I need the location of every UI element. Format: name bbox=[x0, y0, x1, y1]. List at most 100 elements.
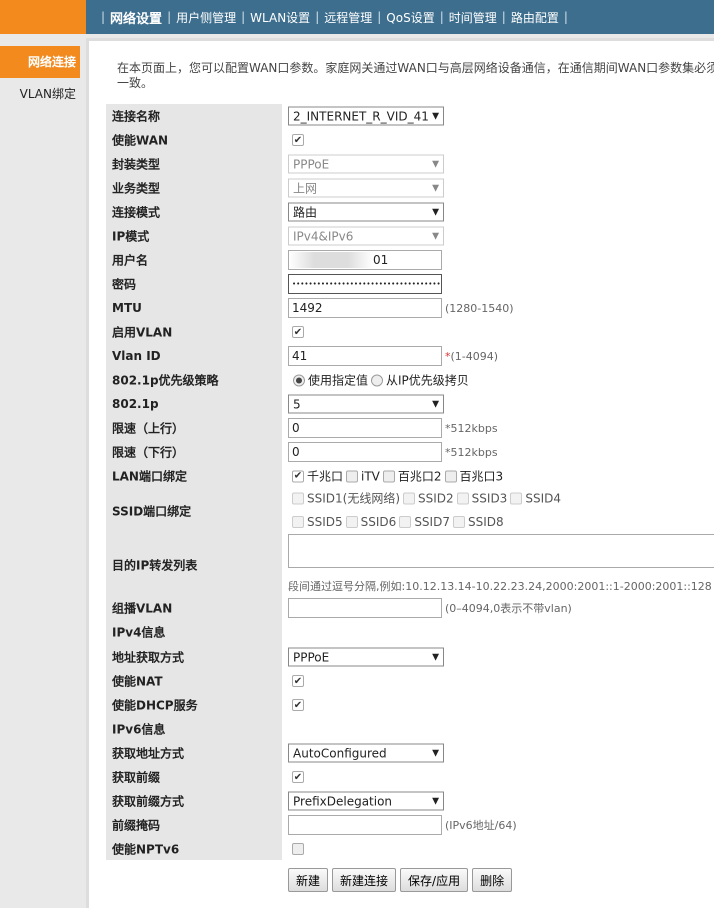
label-lan-bind: LAN端口绑定 bbox=[112, 469, 187, 484]
ssid-label: SSID4 bbox=[525, 491, 561, 505]
label-multicast-vlan: 组播VLAN bbox=[112, 601, 173, 616]
lan-checkbox-fe2[interactable] bbox=[382, 470, 395, 482]
new-connection-button[interactable]: 新建连接 bbox=[332, 868, 397, 892]
label-rate-up: 限速（上行） bbox=[112, 421, 185, 436]
label-mode: 连接模式 bbox=[112, 205, 161, 220]
mtu-input[interactable]: 1492 bbox=[288, 298, 442, 318]
vlan-enable-checkbox[interactable]: ✔ bbox=[292, 326, 304, 338]
blurred-region bbox=[289, 252, 373, 268]
lan-label: 百兆口2 bbox=[397, 469, 442, 484]
conn-name-select[interactable]: 2_INTERNET_R_VID_41 ▼ bbox=[288, 106, 444, 126]
v6-addr-select[interactable]: AutoConfigured ▼ bbox=[288, 743, 444, 763]
lan-label: 百兆口3 bbox=[459, 469, 504, 484]
enable-wan-checkbox[interactable]: ✔ bbox=[292, 134, 304, 146]
sidebar-item-vlan-binding[interactable]: VLAN绑定 bbox=[0, 78, 80, 110]
dest-ip-textarea[interactable] bbox=[288, 534, 714, 568]
nav-remote[interactable]: 远程管理 bbox=[324, 9, 372, 26]
chevron-down-icon: ▼ bbox=[432, 183, 439, 193]
nav-qos[interactable]: QoS设置 bbox=[386, 9, 434, 26]
prefix-hint: (IPv6地址/64) bbox=[445, 819, 517, 832]
label-priority-policy: 802.1p优先级策略 bbox=[112, 373, 219, 388]
chevron-down-icon: ▼ bbox=[432, 207, 439, 217]
main-nav: | 网络设置 | 用户侧管理 | WLAN设置 | 远程管理 | QoS设置 | 时间管理 … bbox=[96, 0, 573, 34]
radio-label: 从IP优先级拷贝 bbox=[386, 373, 469, 388]
rate-up-input[interactable]: 0 bbox=[288, 418, 442, 438]
intro-line: 在本页面上，您可以配置WAN口参数。家庭网关通过WAN口与高层网络设备通信，在通… bbox=[117, 61, 714, 75]
v4-addr-select[interactable]: PPPoE ▼ bbox=[288, 647, 444, 667]
label-8021p: 802.1p bbox=[112, 397, 159, 411]
lan-checkbox-itv[interactable] bbox=[346, 470, 359, 482]
chevron-down-icon: ▼ bbox=[432, 231, 439, 241]
radio-copy-ip[interactable] bbox=[371, 374, 384, 386]
ssid-checkbox bbox=[403, 492, 416, 504]
nat-checkbox[interactable]: ✔ bbox=[292, 675, 304, 687]
username-input[interactable]: 01 bbox=[288, 250, 442, 270]
select-value: AutoConfigured bbox=[293, 746, 387, 760]
ssid-label: SSID5 bbox=[307, 515, 343, 529]
rate-hint: *512kbps bbox=[445, 445, 498, 459]
ssid-label: SSID6 bbox=[360, 515, 397, 529]
ssid-checkbox bbox=[456, 492, 469, 504]
radio-label: 使用指定值 bbox=[308, 373, 369, 388]
label-encap: 封装类型 bbox=[112, 157, 161, 172]
save-apply-button[interactable]: 保存/应用 bbox=[400, 868, 469, 892]
lan-checkbox-fe3[interactable] bbox=[444, 470, 457, 482]
label-v4-addr-mode: 地址获取方式 bbox=[112, 650, 185, 665]
vlan-id-input[interactable]: 41 bbox=[288, 346, 442, 366]
label-mtu: MTU bbox=[112, 301, 142, 315]
radio-specified[interactable] bbox=[293, 374, 305, 386]
select-value: PPPoE bbox=[293, 650, 330, 664]
dhcp-checkbox[interactable]: ✔ bbox=[292, 699, 304, 711]
vlan-hint: (1-4094) bbox=[450, 349, 499, 363]
8021p-select[interactable]: 5 ▼ bbox=[288, 394, 444, 414]
ssid-checkbox bbox=[452, 516, 465, 528]
label-password: 密码 bbox=[112, 277, 137, 292]
ssid-label: SSID3 bbox=[471, 491, 508, 505]
nav-time[interactable]: 时间管理 bbox=[449, 9, 497, 26]
label-v6-addr-mode: 获取地址方式 bbox=[112, 746, 185, 761]
username-value: 01 bbox=[373, 253, 389, 267]
prefix-mode-select[interactable]: PrefixDelegation ▼ bbox=[288, 791, 444, 811]
mcast-hint: (0–4094,0表示不带vlan) bbox=[445, 602, 572, 615]
chevron-down-icon: ▼ bbox=[432, 111, 439, 121]
label-vlan-enable: 启用VLAN bbox=[112, 325, 173, 340]
new-button[interactable]: 新建 bbox=[288, 868, 329, 892]
prefix-mask-input[interactable] bbox=[288, 815, 442, 835]
ssid-label: SSID8 bbox=[467, 515, 504, 529]
label-conn-name: 连接名称 bbox=[112, 109, 161, 124]
intro-text: 在本页面上，您可以配置WAN口参数。家庭网关通过WAN口与高层网络设备通信，在通… bbox=[117, 61, 714, 91]
chevron-down-icon: ▼ bbox=[432, 796, 439, 806]
nptv6-checkbox[interactable] bbox=[292, 843, 304, 855]
nav-wlan[interactable]: WLAN设置 bbox=[250, 9, 310, 26]
nav-network[interactable]: 网络设置 bbox=[110, 8, 162, 27]
label-dest-ip: 目的IP转发列表 bbox=[112, 558, 198, 573]
ssid-checkbox bbox=[292, 492, 304, 504]
label-ipv6-info: IPv6信息 bbox=[112, 722, 166, 737]
label-enable-wan: 使能WAN bbox=[112, 133, 169, 148]
ssid-label: SSID2 bbox=[418, 491, 454, 505]
ssid-checkbox bbox=[510, 492, 523, 504]
ssid-checkbox bbox=[399, 516, 412, 528]
service-select: 上网 ▼ bbox=[288, 178, 444, 198]
chevron-down-icon: ▼ bbox=[432, 159, 439, 169]
multicast-vlan-input[interactable] bbox=[288, 598, 442, 618]
prefix-checkbox[interactable]: ✔ bbox=[292, 771, 304, 783]
delete-button[interactable]: 删除 bbox=[472, 868, 513, 892]
ipmode-select: IPv4&IPv6 ▼ bbox=[288, 226, 444, 246]
label-service: 业务类型 bbox=[112, 181, 161, 196]
lan-label: iTV bbox=[361, 469, 380, 483]
password-input[interactable]: •••••••••••••••••••••••••••••••••••• bbox=[288, 274, 442, 294]
sidebar-item-network-connection[interactable]: 网络连接 bbox=[0, 46, 80, 78]
ssid-label: SSID7 bbox=[414, 515, 450, 529]
chevron-down-icon: ▼ bbox=[432, 748, 439, 758]
ssid-checkbox bbox=[292, 516, 304, 528]
mtu-hint: (1280-1540) bbox=[445, 301, 514, 315]
rate-down-input[interactable]: 0 bbox=[288, 442, 442, 462]
encap-select: PPPoE ▼ bbox=[288, 154, 444, 174]
chevron-down-icon: ▼ bbox=[432, 652, 439, 662]
mode-select[interactable]: 路由 ▼ bbox=[288, 202, 444, 222]
nav-user-side[interactable]: 用户侧管理 bbox=[176, 9, 236, 26]
label-prefix: 获取前缀 bbox=[112, 770, 161, 785]
lan-checkbox-gigabit[interactable]: ✔ bbox=[292, 470, 304, 482]
nav-route[interactable]: 路由配置 bbox=[511, 9, 559, 26]
